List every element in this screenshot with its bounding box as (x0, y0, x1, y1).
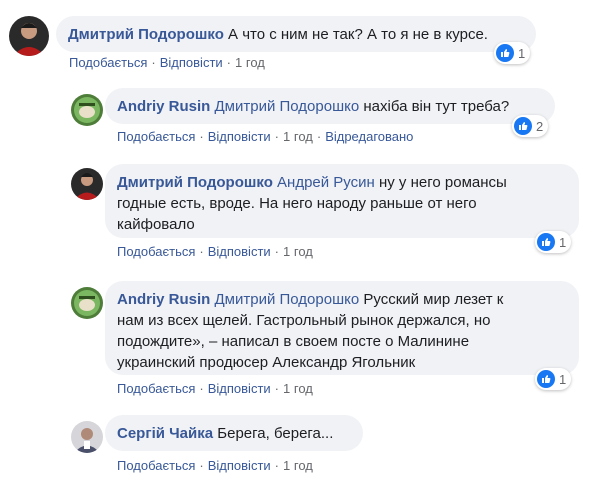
comment-actions: Подобається · Відповісти · 1 год (117, 458, 313, 473)
comment-actions: Подобається · Відповісти · 1 год (117, 381, 313, 396)
separator: · (274, 129, 280, 144)
reply-button[interactable]: Відповісти (208, 381, 271, 396)
reaction-count[interactable]: 1 (535, 368, 572, 390)
avatar[interactable] (71, 421, 103, 453)
comment-bubble: Andriy Rusin Дмитрий Подорошко нахіба ві… (105, 88, 555, 124)
comment-author[interactable]: Andriy Rusin (117, 291, 210, 308)
reply-button[interactable]: Відповісти (208, 458, 271, 473)
reaction-count[interactable]: 1 (494, 42, 531, 64)
comment-author[interactable]: Дмитрий Подорошко (68, 26, 224, 43)
separator: · (199, 129, 204, 144)
reaction-count-text: 1 (559, 234, 567, 250)
comment-actions: Подобається · Відповісти · 1 год · Відредагова… (117, 129, 413, 144)
edited-label[interactable]: Відредаговано (325, 129, 413, 144)
comment-text-line: украинский продюсер Александр Ягольник (117, 354, 416, 371)
separator: · (226, 55, 232, 70)
comment-author[interactable]: Дмитрий Подорошко (117, 174, 273, 191)
like-icon (537, 233, 555, 251)
comment-text-line: годные есть, вроде. На него народу раньш… (117, 195, 477, 212)
comment-line: Andriy Rusin Дмитрий Подорошко Русский м… (117, 289, 567, 310)
comment-text-line: нам из всех щелей. Гастрольный рынок дер… (117, 312, 491, 329)
comment-bubble: Andriy Rusin Дмитрий Подорошко Русский м… (105, 281, 579, 375)
comment-text: А что с ним не так? А то я не в курсе. (228, 26, 488, 43)
timestamp[interactable]: 1 год (283, 244, 313, 259)
comment-line: Дмитрий Подорошко Андрей Русин ну у него… (117, 172, 567, 193)
comment-bubble: Сергій Чайка Берега, берега... (105, 415, 363, 451)
comment-text: нахіба він тут треба? (363, 98, 510, 115)
like-button[interactable]: Подобається (117, 458, 195, 473)
timestamp[interactable]: 1 год (283, 381, 313, 396)
avatar[interactable] (9, 16, 49, 56)
reply-button[interactable]: Відповісти (208, 244, 271, 259)
like-button[interactable]: Подобається (69, 55, 147, 70)
like-button[interactable]: Подобається (117, 244, 195, 259)
like-icon (514, 117, 532, 135)
comment-actions: Подобається · Відповісти · 1 год (69, 55, 265, 70)
separator: · (274, 381, 280, 396)
separator: · (199, 458, 204, 473)
reaction-count[interactable]: 2 (512, 115, 549, 137)
reaction-count[interactable]: 1 (535, 231, 572, 253)
separator: · (316, 129, 322, 144)
comment-author[interactable]: Сергій Чайка (117, 425, 213, 442)
timestamp[interactable]: 1 год (235, 55, 265, 70)
comment-author[interactable]: Andriy Rusin (117, 98, 210, 115)
comment-text: Берега, берега... (217, 425, 334, 442)
separator: · (199, 244, 204, 259)
separator: · (274, 244, 280, 259)
separator: · (199, 381, 204, 396)
separator: · (274, 458, 280, 473)
comment-text-line: Русский мир лезет к (363, 291, 504, 308)
comment-text-line: ну у него романсы (378, 174, 507, 191)
like-button[interactable]: Подобається (117, 129, 195, 144)
reply-button[interactable]: Відповісти (208, 129, 271, 144)
like-icon (496, 44, 514, 62)
avatar[interactable] (71, 287, 103, 319)
comment-actions: Подобається · Відповісти · 1 год (117, 244, 313, 259)
comment-mention[interactable]: Дмитрий Подорошко (215, 291, 360, 308)
comment-bubble: Дмитрий Подорошко Андрей Русин ну у него… (105, 164, 579, 238)
comment-text-line: подождите», – написал в своем посте о Ма… (117, 333, 470, 350)
avatar[interactable] (71, 168, 103, 200)
reaction-count-text: 2 (536, 118, 544, 134)
like-icon (537, 370, 555, 388)
timestamp[interactable]: 1 год (283, 129, 313, 144)
reaction-count-text: 1 (559, 371, 567, 387)
timestamp[interactable]: 1 год (283, 458, 313, 473)
separator: · (151, 55, 156, 70)
comment-mention[interactable]: Дмитрий Подорошко (215, 98, 360, 115)
comment-mention[interactable]: Андрей Русин (277, 174, 375, 191)
comment-text-line: кайфовало (117, 216, 195, 233)
comment-bubble: Дмитрий Подорошко А что с ним не так? А … (56, 16, 536, 52)
reaction-count-text: 1 (518, 45, 526, 61)
like-button[interactable]: Подобається (117, 381, 195, 396)
reply-button[interactable]: Відповісти (160, 55, 223, 70)
avatar[interactable] (71, 94, 103, 126)
